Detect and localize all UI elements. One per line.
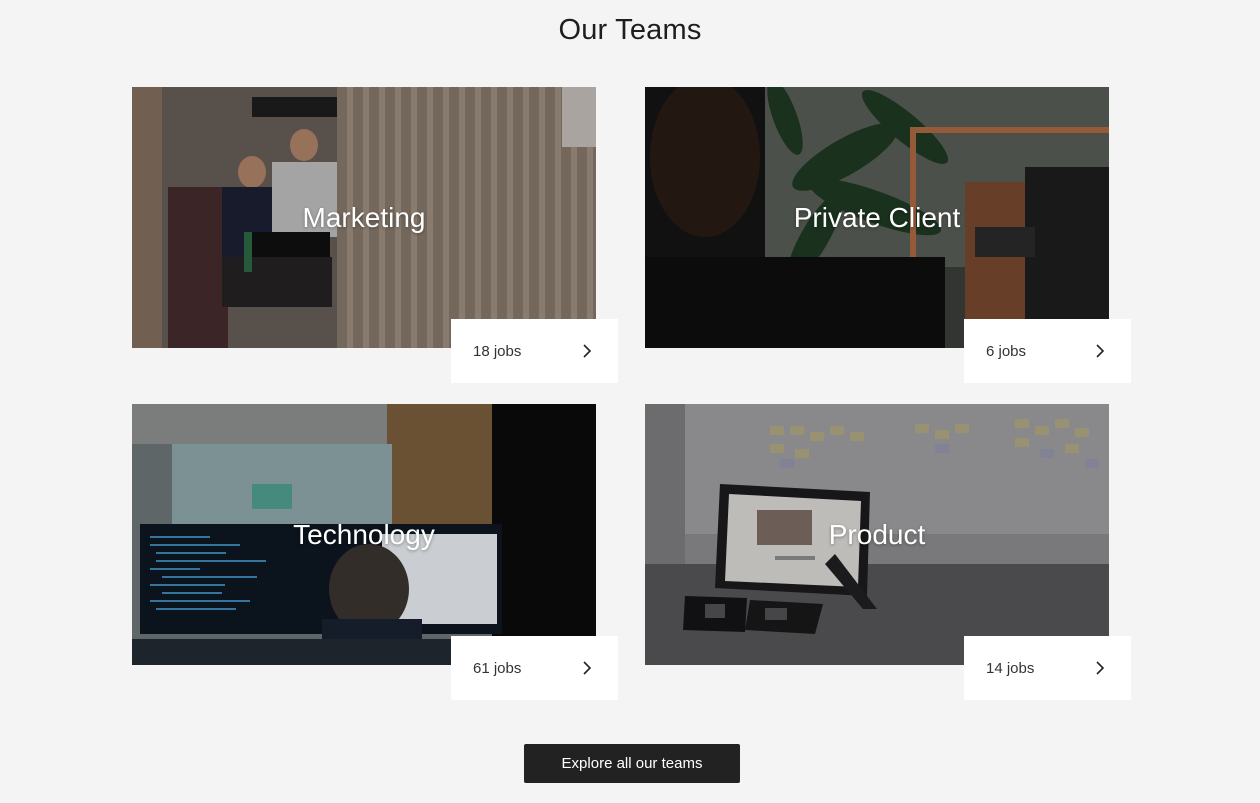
team-photo-private-client[interactable] — [645, 87, 1109, 348]
jobs-link-private-client[interactable]: 6 jobs — [964, 319, 1131, 383]
team-photo-product[interactable] — [645, 404, 1109, 665]
jobs-count-product: 14 jobs — [986, 659, 1035, 677]
team-card-product[interactable]: Product 14 jobs — [645, 404, 1131, 701]
chevron-right-icon — [583, 344, 592, 358]
jobs-link-marketing[interactable]: 18 jobs — [451, 319, 618, 383]
team-card-marketing[interactable]: Marketing 18 jobs — [132, 87, 618, 384]
team-card-private-client[interactable]: Private Client 6 jobs — [645, 87, 1131, 384]
our-teams-section: Our Teams Marketing 18 jobs Private Clie… — [0, 0, 1260, 803]
team-photo-technology[interactable] — [132, 404, 596, 665]
jobs-link-technology[interactable]: 61 jobs — [451, 636, 618, 700]
chevron-right-icon — [1096, 344, 1105, 358]
jobs-link-product[interactable]: 14 jobs — [964, 636, 1131, 700]
team-card-technology[interactable]: Technology 61 jobs — [132, 404, 618, 701]
chevron-right-icon — [1096, 661, 1105, 675]
team-photo-marketing[interactable] — [132, 87, 596, 348]
explore-all-teams-button[interactable]: Explore all our teams — [524, 744, 740, 783]
jobs-count-marketing: 18 jobs — [473, 342, 522, 360]
section-title: Our Teams — [558, 14, 702, 46]
jobs-count-technology: 61 jobs — [473, 659, 522, 677]
chevron-right-icon — [583, 661, 592, 675]
jobs-count-private-client: 6 jobs — [986, 342, 1027, 360]
